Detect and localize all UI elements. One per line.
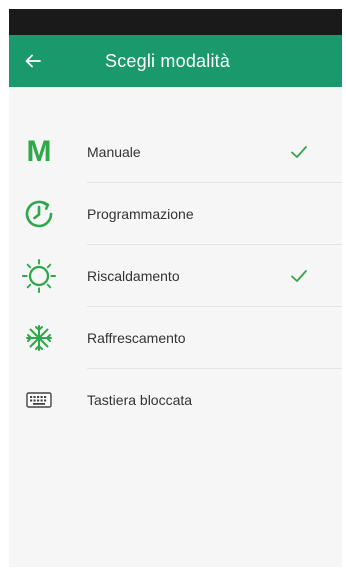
mode-item-riscaldamento[interactable]: Riscaldamento [9, 245, 342, 307]
mode-label: Riscaldamento [87, 268, 180, 284]
check-icon [291, 270, 307, 282]
snowflake-cooling-icon [21, 320, 57, 356]
sun-heating-icon [21, 258, 57, 294]
mode-label: Raffrescamento [87, 330, 186, 346]
back-button[interactable] [21, 49, 45, 73]
clock-schedule-icon [21, 196, 57, 232]
screen: Scegli modalità M Manuale Programmazione [9, 9, 342, 567]
manual-m-icon: M [26, 135, 52, 168]
mode-label: Tastiera bloccata [87, 392, 193, 408]
arrow-left-icon [25, 54, 41, 68]
mode-item-tastiera-bloccata[interactable]: Tastiera bloccata [9, 369, 342, 431]
status-bar [9, 9, 342, 35]
mode-item-programmazione[interactable]: Programmazione [9, 183, 342, 245]
app-bar: Scegli modalità [9, 35, 342, 87]
mode-list: M Manuale Programmazione Riscaldamento R… [9, 121, 342, 431]
page-title: Scegli modalità [105, 51, 231, 71]
check-icon [291, 146, 307, 158]
mode-item-raffrescamento[interactable]: Raffrescamento [9, 307, 342, 369]
mode-item-manuale[interactable]: M Manuale [9, 121, 342, 183]
mode-label: Manuale [87, 144, 141, 160]
mode-label: Programmazione [87, 206, 194, 222]
keyboard-lock-icon [21, 382, 57, 418]
